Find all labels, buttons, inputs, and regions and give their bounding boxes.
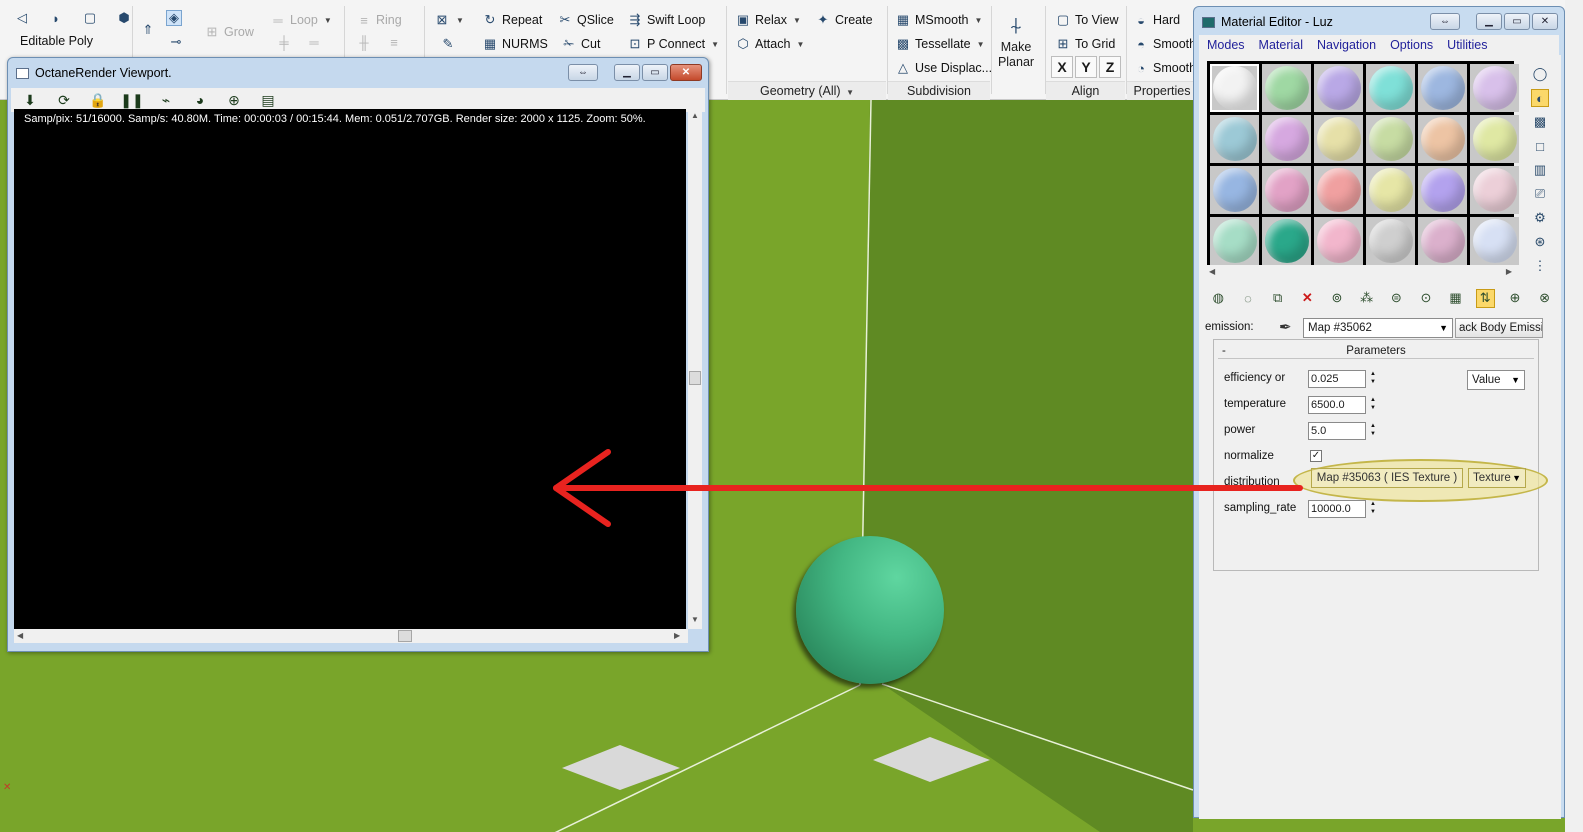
annotation-arrow — [553, 449, 1303, 527]
background-window-strip — [1565, 0, 1583, 832]
